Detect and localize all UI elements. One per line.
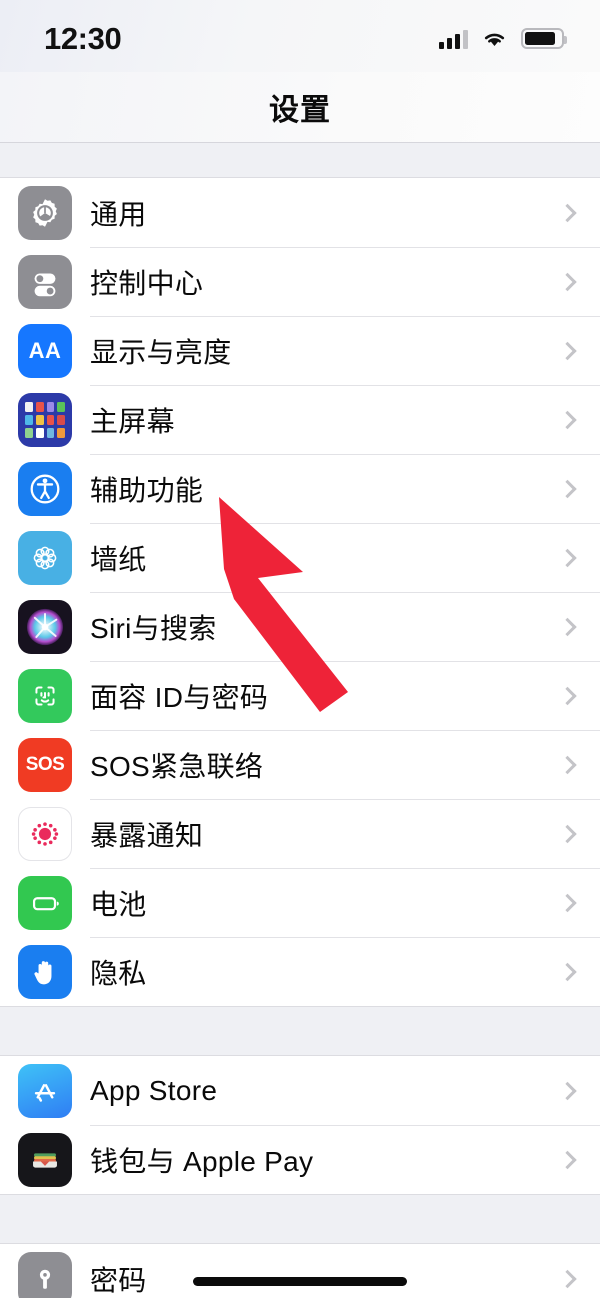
chevron-right-icon: [558, 548, 577, 567]
settings-row-face-id-passcode[interactable]: 面容 ID与密码: [0, 661, 600, 730]
settings-row-passwords[interactable]: 密码: [0, 1244, 600, 1298]
settings-group-store: App Store 钱包与 Apple Pay: [0, 1056, 600, 1194]
chevron-right-icon: [558, 1081, 577, 1100]
settings-row-wallet-apple-pay[interactable]: 钱包与 Apple Pay: [0, 1125, 600, 1194]
chevron-right-icon: [558, 617, 577, 636]
settings-row-home-screen[interactable]: 主屏幕: [0, 385, 600, 454]
chevron-right-icon: [558, 341, 577, 360]
accessibility-icon: [18, 461, 72, 516]
section-spacer-accounts: [0, 1194, 600, 1244]
status-bar: 12:30: [0, 0, 600, 72]
settings-row-label: 辅助功能: [90, 474, 204, 506]
home-screen-icon: [18, 392, 72, 447]
settings-row-exposure-notifications[interactable]: 暴露通知: [0, 799, 600, 868]
siri-icon: [18, 599, 72, 654]
chevron-right-icon: [558, 203, 577, 222]
settings-row-label: 电池: [90, 888, 147, 920]
settings-row-label: 暴露通知: [90, 819, 204, 851]
settings-row-general[interactable]: 通用: [0, 178, 600, 247]
chevron-right-icon: [558, 1150, 577, 1169]
display-brightness-icon: AA: [18, 323, 72, 378]
settings-row-control-center[interactable]: 控制中心: [0, 247, 600, 316]
settings-row-label: Siri与搜索: [90, 612, 217, 644]
battery-settings-icon: [18, 875, 72, 930]
chevron-right-icon: [558, 479, 577, 498]
privacy-hand-icon: [18, 944, 72, 999]
chevron-right-icon: [558, 410, 577, 429]
settings-row-label: 控制中心: [90, 267, 204, 299]
status-bar-time: 12:30: [44, 20, 122, 56]
section-spacer-top: [0, 142, 600, 178]
status-bar-indicators: [439, 23, 567, 49]
passwords-key-icon: [18, 1251, 72, 1298]
wallet-icon: [18, 1132, 72, 1187]
settings-row-label: 显示与亮度: [90, 336, 232, 368]
settings-row-label: 通用: [90, 198, 147, 230]
battery-icon: [521, 28, 567, 49]
settings-row-label: SOS紧急联络: [90, 750, 264, 782]
display-icon-glyph: AA: [28, 337, 62, 363]
section-spacer-store: [0, 1006, 600, 1056]
settings-row-label: 隐私: [90, 957, 147, 989]
settings-group-system: 通用 控制中心 AA 显示与亮度 主屏幕 辅助功能 墙纸 Siri与搜索 面容 …: [0, 178, 600, 1006]
home-indicator: [193, 1277, 407, 1286]
wallpaper-icon: [18, 530, 72, 585]
iphone-settings-screen: 12:30 设置 通用 控制中心 AA 显示与亮度 主屏幕 辅助功能 墙纸 Si…: [0, 0, 600, 1298]
page-title: 设置: [269, 94, 331, 127]
settings-row-battery[interactable]: 电池: [0, 868, 600, 937]
settings-list[interactable]: 通用 控制中心 AA 显示与亮度 主屏幕 辅助功能 墙纸 Siri与搜索 面容 …: [0, 142, 600, 1298]
chevron-right-icon: [558, 1269, 577, 1288]
emergency-sos-icon: SOS: [18, 737, 72, 792]
settings-row-display-brightness[interactable]: AA 显示与亮度: [0, 316, 600, 385]
settings-group-accounts: 密码: [0, 1244, 600, 1298]
sos-icon-glyph: SOS: [25, 753, 65, 775]
face-id-icon: [18, 668, 72, 723]
settings-row-siri-search[interactable]: Siri与搜索: [0, 592, 600, 661]
chevron-right-icon: [558, 686, 577, 705]
settings-row-label: 墙纸: [90, 543, 147, 575]
settings-row-label: App Store: [90, 1074, 218, 1106]
settings-row-label: 密码: [90, 1264, 147, 1296]
chevron-right-icon: [558, 893, 577, 912]
settings-row-label: 主屏幕: [90, 405, 175, 437]
chevron-right-icon: [558, 824, 577, 843]
chevron-right-icon: [558, 272, 577, 291]
settings-row-app-store[interactable]: App Store: [0, 1056, 600, 1125]
chevron-right-icon: [558, 755, 577, 774]
cellular-bars-icon: [439, 29, 468, 49]
wifi-icon: [481, 29, 508, 49]
app-store-icon: [18, 1063, 72, 1118]
settings-row-accessibility[interactable]: 辅助功能: [0, 454, 600, 523]
settings-row-emergency-sos[interactable]: SOS SOS紧急联络: [0, 730, 600, 799]
settings-row-label: 面容 ID与密码: [90, 681, 269, 713]
navigation-bar: 设置: [0, 72, 600, 142]
chevron-right-icon: [558, 962, 577, 981]
settings-row-label: 钱包与 Apple Pay: [90, 1145, 314, 1177]
settings-row-wallpaper[interactable]: 墙纸: [0, 523, 600, 592]
exposure-notification-icon: [18, 806, 72, 861]
control-center-icon: [18, 254, 72, 309]
settings-row-privacy[interactable]: 隐私: [0, 937, 600, 1006]
gear-icon: [18, 185, 72, 240]
